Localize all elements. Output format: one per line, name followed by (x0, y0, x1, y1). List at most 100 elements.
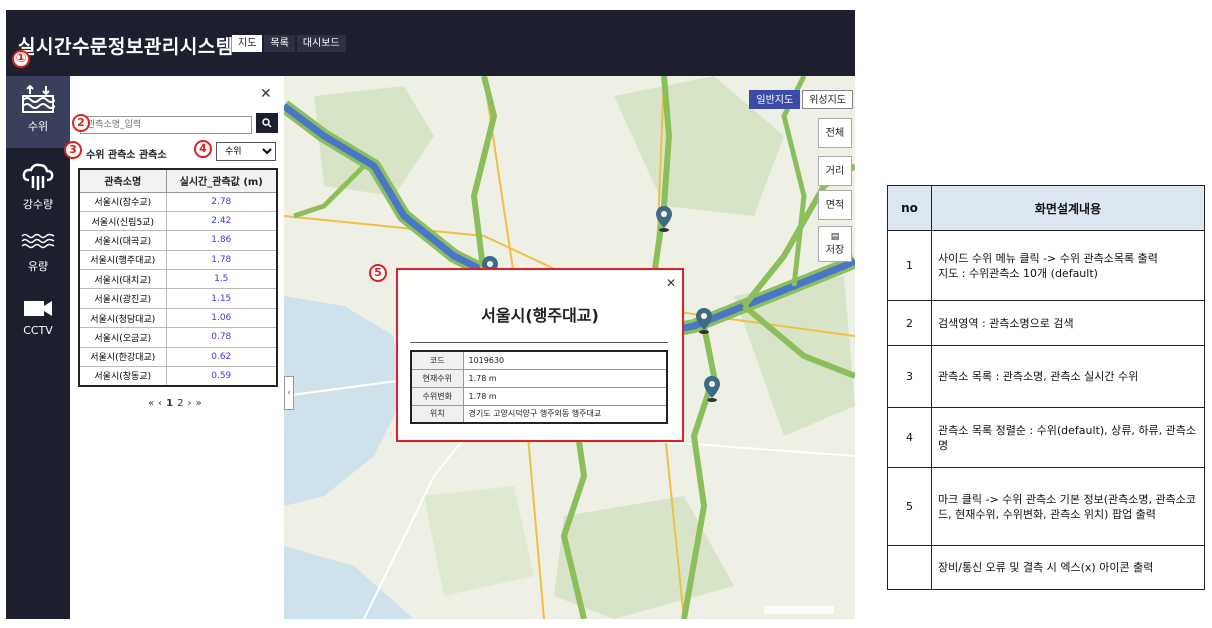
popup-value: 1019630 (462, 350, 668, 370)
table-row[interactable]: 서울시(창동교) 0.59 (78, 366, 278, 387)
station-name-cell: 서울시(대치교) (78, 269, 167, 290)
table-row[interactable]: 서울시(광진교) 1.15 (78, 288, 278, 309)
table-row[interactable]: 서울시(행주대교) 1.78 (78, 249, 278, 271)
table-row[interactable]: 서울시(대치교) 1.5 (78, 269, 278, 290)
column-header-realtime-value[interactable]: 실시간_관측값 (m) (165, 168, 278, 193)
spec-text: 검색영역 : 관측소명으로 검색 (931, 300, 1205, 346)
sidebar-item-water-level[interactable]: 수위 (6, 76, 70, 148)
water-level-cell: 1.78 (165, 249, 278, 271)
popup-title: 서울시(행주대교) (481, 306, 599, 325)
popup-divider (410, 342, 668, 343)
page-prev-button[interactable]: ‹ (158, 398, 162, 409)
station-table: 관측소명 실시간_관측값 (m) 서울시(잠수교) 2.78 서울시(신림5교) 2… (78, 168, 278, 387)
station-name-cell: 서울시(창동교) (78, 366, 167, 387)
spec-text: 장비/통신 오류 및 결측 시 엑스(x) 아이콘 출력 (931, 545, 1205, 590)
popup-info-table: 코드 1019630 현재수위 1.78 m 수위변화 1.78 m 위치 경기도 고양… (410, 350, 668, 424)
spec-no: 3 (887, 345, 932, 408)
spec-no: 2 (887, 300, 932, 346)
spec-text: 관측소 목록 정렬순 : 수위(default), 상류, 하류, 관측소명 (931, 407, 1205, 468)
tab-dashboard[interactable]: 대시보드 (296, 35, 346, 52)
table-row[interactable]: 서울시(청담대교) 1.06 (78, 307, 278, 329)
spec-row: 1 사이드 수위 메뉴 클릭 -> 수위 관측소목록 출력 지도 : 수위관측소 … (887, 230, 1205, 301)
table-row[interactable]: 서울시(오금교) 0.78 (78, 327, 278, 348)
table-row[interactable]: 서울시(잠수교) 2.78 (78, 191, 278, 212)
search-button[interactable] (256, 113, 278, 133)
spec-row: 장비/통신 오류 및 결측 시 엑스(x) 아이콘 출력 (887, 545, 1205, 590)
station-name-cell: 서울시(대곡교) (78, 230, 167, 251)
panel-close-icon[interactable]: ✕ (260, 86, 272, 102)
station-name-cell: 서울시(한강대교) (78, 346, 167, 368)
sidebar-label-water-level: 수위 (27, 120, 49, 133)
station-info-popup: ✕ 서울시(행주대교) 코드 1019630 현재수위 1.78 m 수위변화 1.7… (396, 268, 684, 442)
map-tool-save-label: 저장 (825, 245, 845, 256)
water-level-cell: 0.59 (165, 366, 278, 387)
popup-row-current-level: 현재수위 1.78 m (410, 368, 668, 388)
popup-row-code: 코드 1019630 (410, 350, 668, 370)
sidebar-item-flow[interactable]: 유량 (6, 222, 70, 294)
column-header-station-name[interactable]: 관측소명 (78, 168, 167, 193)
annotation-marker-4: 4 (194, 140, 212, 158)
panel-collapse-handle[interactable]: ‹ (284, 376, 294, 410)
station-list-heading: 수위 관측소 관측소 (86, 150, 167, 161)
popup-label: 위치 (410, 404, 464, 424)
map-type-satellite-button[interactable]: 위성지도 (802, 90, 853, 109)
water-level-cell: 2.42 (165, 210, 278, 232)
popup-value: 경기도 고양시덕양구 행주외동 행주대교 (462, 404, 668, 424)
rain-cloud-icon (22, 163, 54, 190)
spec-row: 3 관측소 목록 : 관측소명, 관측소 실시간 수위 (887, 345, 1205, 408)
tab-map[interactable]: 지도 (232, 35, 263, 52)
annotation-marker-2: 2 (72, 114, 90, 132)
water-level-cell: 0.62 (165, 346, 278, 368)
popup-value: 1.78 m (462, 368, 668, 388)
search-icon (262, 117, 272, 128)
page-1-button[interactable]: 1 (166, 398, 173, 409)
spec-text: 사이드 수위 메뉴 클릭 -> 수위 관측소목록 출력 지도 : 수위관측소 1… (931, 230, 1205, 301)
spec-text: 관측소 목록 : 관측소명, 관측소 실시간 수위 (931, 345, 1205, 408)
sidebar-label-cctv: CCTV (23, 324, 53, 337)
annotation-marker-1: ① (12, 50, 30, 68)
spec-no (887, 545, 932, 590)
popup-close-icon[interactable]: ✕ (666, 276, 676, 290)
water-level-cell: 1.5 (165, 269, 278, 290)
map-type-toggle: 일반지도 위성지도 (749, 90, 853, 109)
spec-table-header: no 화면설계내용 (887, 185, 1205, 231)
spec-no: 1 (887, 230, 932, 301)
popup-row-location: 위치 경기도 고양시덕양구 행주외동 행주대교 (410, 404, 668, 424)
sidebar-label-rainfall: 강수량 (22, 198, 54, 211)
sidebar-item-rainfall[interactable]: 강수량 (6, 154, 70, 226)
water-level-cell: 1.86 (165, 230, 278, 251)
station-name-cell: 서울시(신림5교) (78, 210, 167, 232)
sidebar-item-cctv[interactable]: CCTV (6, 288, 70, 360)
water-level-cell: 2.78 (165, 191, 278, 212)
map-tool-save-button[interactable]: ▤ 저장 (818, 226, 852, 262)
map-tool-area-button[interactable]: 면적 (818, 190, 852, 220)
spec-no: 4 (887, 407, 932, 468)
table-row[interactable]: 서울시(신림5교) 2.42 (78, 210, 278, 232)
popup-label: 코드 (410, 350, 464, 370)
water-level-cell: 0.78 (165, 327, 278, 348)
map-tool-full-button[interactable]: 전체 (818, 118, 852, 148)
annotation-marker-3: 3 (64, 141, 82, 159)
map-tool-distance-button[interactable]: 거리 (818, 156, 852, 186)
water-level-icon (22, 84, 55, 113)
station-name-cell: 서울시(광진교) (78, 288, 167, 309)
popup-label: 현재수위 (410, 368, 464, 388)
annotation-marker-5: 5 (369, 264, 387, 282)
map-type-normal-button[interactable]: 일반지도 (749, 90, 801, 109)
station-name-cell: 서울시(잠수교) (78, 191, 167, 212)
page-2-button[interactable]: 2 (177, 398, 183, 409)
tab-list[interactable]: 목록 (264, 35, 295, 52)
page-next-button[interactable]: › (187, 398, 191, 409)
spec-table: no 화면설계내용 1 사이드 수위 메뉴 클릭 -> 수위 관측소목록 출력 지… (887, 185, 1205, 590)
station-name-cell: 서울시(행주대교) (78, 249, 167, 271)
page-first-button[interactable]: « (148, 398, 154, 409)
spec-header-no: no (887, 185, 932, 231)
water-level-cell: 1.15 (165, 288, 278, 309)
sort-order-select[interactable]: 수위 (216, 142, 276, 161)
table-row[interactable]: 서울시(대곡교) 1.86 (78, 230, 278, 251)
spec-row: 5 마크 클릭 -> 수위 관측소 기본 정보(관측소명, 관측소코드, 현재수위… (887, 467, 1205, 546)
page-last-button[interactable]: » (195, 398, 201, 409)
table-row[interactable]: 서울시(한강대교) 0.62 (78, 346, 278, 368)
station-search-input[interactable] (80, 116, 252, 134)
station-table-header: 관측소명 실시간_관측값 (m) (78, 168, 278, 193)
